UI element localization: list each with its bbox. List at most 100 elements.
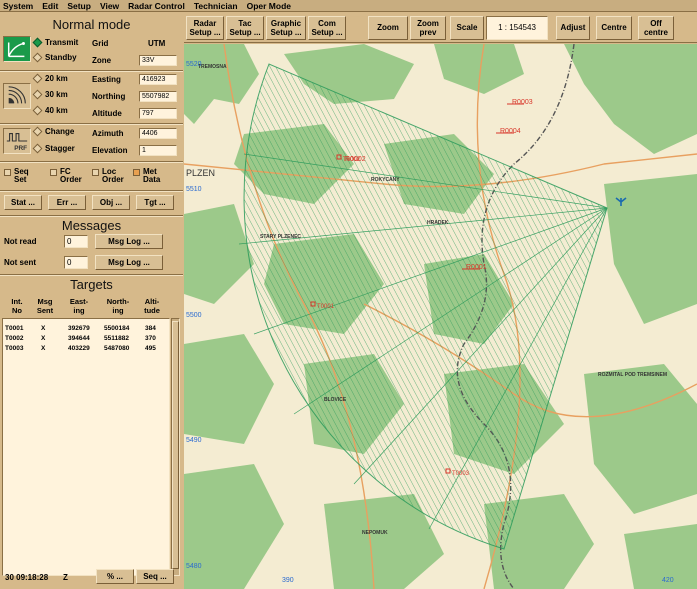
standby-radio[interactable]: Standby [32, 52, 77, 63]
met-data-checkbox[interactable]: Met Data [133, 168, 160, 184]
graphic-setup-label-2: Setup ... [270, 28, 302, 37]
prf-stagger-indicator [32, 143, 43, 154]
elevation-field[interactable]: 1 [139, 145, 177, 156]
not-read-count: 0 [64, 235, 88, 248]
prf-pulse-icon: PRF [3, 128, 31, 154]
prf-stagger-radio[interactable]: Stagger [32, 143, 75, 154]
range-40km-radio[interactable]: 40 km [32, 105, 68, 116]
target-label[interactable]: T0002 [343, 157, 361, 163]
seq-button[interactable]: Seq ... [136, 569, 174, 584]
col-header-altitude-2: tude [144, 306, 160, 315]
scale-field[interactable]: 1 : 154543 [486, 16, 548, 40]
tgt-button[interactable]: Tgt ... [136, 195, 174, 210]
graphic-setup-label-1: Graphic [270, 19, 302, 28]
obj-button[interactable]: Obj ... [92, 195, 130, 210]
table-row[interactable]: T0002 X 394644 5511882 370 [3, 335, 171, 344]
msg-log-button[interactable]: Msg Log ... [95, 234, 163, 249]
range-rings-icon [3, 83, 31, 109]
range-20km-radio[interactable]: 20 km [32, 73, 68, 84]
transmit-radio-indicator [32, 37, 43, 48]
northing-label: Northing [92, 92, 126, 101]
seq-set-checkbox[interactable]: Seq Set [4, 168, 29, 184]
status-zone: Z [63, 573, 68, 582]
easting-field[interactable]: 416923 [139, 74, 177, 85]
radar-setup-button[interactable]: Radar Setup ... [186, 16, 224, 40]
targets-scrollbar[interactable] [171, 318, 180, 576]
standby-label: Standby [45, 53, 77, 62]
menu-radar-control[interactable]: Radar Control [128, 1, 185, 11]
col-header-int-no-2: No [12, 306, 22, 315]
reference-point-label[interactable]: R0001 [466, 264, 487, 271]
target-easting: 392679 [68, 325, 90, 332]
menu-technician[interactable]: Technician [194, 1, 238, 11]
prf-change-radio[interactable]: Change [32, 126, 74, 137]
com-setup-button[interactable]: Com Setup ... [308, 16, 346, 40]
divider [0, 274, 183, 276]
zoom-prev-label-2: prev [419, 28, 437, 37]
reference-point-label[interactable]: R0004 [500, 128, 521, 135]
zoom-prev-button[interactable]: Zoom prev [410, 16, 446, 40]
altitude-field[interactable]: 797 [139, 108, 177, 119]
col-header-int-no-1: Int. [11, 297, 23, 306]
fc-order-checkbox[interactable]: FC Order [50, 168, 82, 184]
tactical-map[interactable]: TREMOSNA PLZEN ROKYCANY HRADEK STARY PLZ… [184, 44, 697, 589]
col-header-easting: East-ing [62, 297, 96, 315]
err-button[interactable]: Err ... [48, 195, 86, 210]
target-altitude: 370 [145, 335, 156, 342]
town-label: STARY PLZENEC [260, 234, 301, 240]
table-row[interactable]: T0003 X 403229 5487080 495 [3, 345, 171, 354]
graphic-setup-button[interactable]: Graphic Setup ... [266, 16, 306, 40]
col-header-easting-2: ing [73, 306, 85, 315]
msg-log-button[interactable]: Msg Log ... [95, 255, 163, 270]
reference-point-label[interactable]: R0003 [512, 99, 533, 106]
prf-change-indicator [32, 126, 43, 137]
mode-title: Normal mode [52, 17, 131, 32]
col-header-northing-2: ing [112, 306, 124, 315]
zoom-button[interactable]: Zoom [368, 16, 408, 40]
targets-list[interactable]: T0001 X 392679 5500184 384 T0002 X 39464… [2, 318, 170, 576]
menu-edit[interactable]: Edit [42, 1, 58, 11]
menu-setup[interactable]: Setup [67, 1, 91, 11]
target-sent: X [41, 325, 46, 332]
loc-order-label-2: Order [102, 175, 124, 184]
elevation-label: Elevation [92, 146, 128, 155]
range-20km-indicator [32, 73, 43, 84]
range-20km-label: 20 km [45, 74, 68, 83]
off-centre-label-2: centre [643, 28, 668, 37]
northing-field[interactable]: 5507982 [139, 91, 177, 102]
fc-order-box [50, 169, 57, 176]
target-northing: 5487080 [104, 345, 130, 352]
target-altitude: 384 [145, 325, 156, 332]
scrollbar-thumb[interactable] [172, 321, 179, 569]
menu-oper-mode[interactable]: Oper Mode [247, 1, 291, 11]
target-id: T0002 [5, 335, 24, 342]
transmit-radio[interactable]: Transmit [32, 37, 78, 48]
not-sent-label: Not sent [4, 258, 36, 267]
azimuth-field[interactable]: 4406 [139, 128, 177, 139]
table-row[interactable]: T0001 X 392679 5500184 384 [3, 325, 171, 334]
percent-button[interactable]: % ... [96, 569, 134, 584]
stat-button[interactable]: Stat ... [4, 195, 42, 210]
prf-icon-label: PRF [14, 145, 27, 152]
range-30km-radio[interactable]: 30 km [32, 89, 68, 100]
adjust-button[interactable]: Adjust [556, 16, 590, 40]
menu-system[interactable]: System [3, 1, 33, 11]
target-label[interactable]: T0003 [452, 471, 470, 477]
col-header-msg-sent: Msg Sent [32, 297, 58, 315]
tac-setup-button[interactable]: Tac Setup ... [226, 16, 264, 40]
com-setup-label-2: Setup ... [311, 28, 343, 37]
grid-value: UTM [148, 39, 166, 48]
centre-button[interactable]: Centre [596, 16, 632, 40]
loc-order-checkbox[interactable]: Loc Order [92, 168, 124, 184]
divider [0, 70, 183, 72]
map-canvas[interactable]: TREMOSNA PLZEN ROKYCANY HRADEK STARY PLZ… [184, 44, 697, 589]
scale-button[interactable]: Scale [450, 16, 484, 40]
target-label[interactable]: T0001 [317, 304, 335, 310]
target-easting: 403229 [68, 345, 90, 352]
off-centre-button[interactable]: Off centre [638, 16, 674, 40]
zone-field[interactable]: 33V [139, 55, 177, 66]
radar-setup-label-2: Setup ... [189, 28, 221, 37]
easting-label: Easting [92, 75, 121, 84]
town-label: ROZMITAL POD TREMSINEM [598, 372, 667, 378]
menu-view[interactable]: View [100, 1, 119, 11]
